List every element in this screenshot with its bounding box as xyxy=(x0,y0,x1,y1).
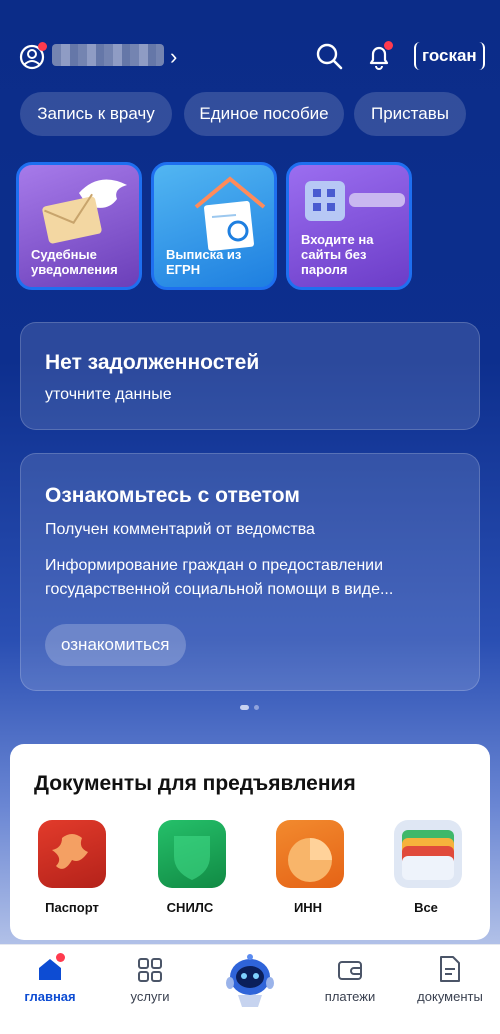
card-subtitle: уточните данные xyxy=(45,386,172,403)
profile-button[interactable] xyxy=(18,42,48,72)
goskey-button[interactable]: госкан xyxy=(414,42,485,70)
nav-label: документы xyxy=(417,989,483,1004)
card-description: Информирование граждан о предоставлении … xyxy=(45,557,394,598)
notification-badge xyxy=(38,42,47,51)
chip-bailiffs[interactable]: Приставы xyxy=(354,92,466,136)
tile-egrn-extract[interactable]: Выписка из ЕГРН xyxy=(151,162,277,290)
pager-dot-active xyxy=(240,705,249,710)
envelope-dove-icon xyxy=(42,179,127,244)
card-title: Нет задолженностей xyxy=(45,351,260,374)
nav-label: главная xyxy=(24,989,76,1004)
bottom-navigation: главная услуги платежи документы xyxy=(0,944,500,1034)
chip-unified-allowance[interactable]: Единое пособие xyxy=(184,92,344,136)
notification-badge xyxy=(56,953,65,962)
answer-card[interactable]: Ознакомьтесь с ответом Получен комментар… xyxy=(20,453,480,691)
search-button[interactable] xyxy=(315,42,343,70)
chevron-right-icon[interactable]: › xyxy=(170,44,177,70)
nav-payments[interactable]: платежи xyxy=(300,945,400,1034)
view-answer-button[interactable]: ознакомиться xyxy=(45,624,186,666)
tile-label: Судебные уведомления xyxy=(31,247,118,277)
house-document-icon xyxy=(194,176,266,251)
nav-assistant-robot[interactable] xyxy=(200,945,300,1034)
nav-label: услуги xyxy=(130,989,170,1004)
document-label: Паспорт xyxy=(45,900,99,915)
document-label: СНИЛС xyxy=(166,900,214,915)
document-label: ИНН xyxy=(293,900,323,915)
inn-icon[interactable] xyxy=(276,820,344,888)
notification-badge xyxy=(384,41,393,50)
documents-title: Документы для предъявления xyxy=(34,772,356,795)
door-lock-qr-icon xyxy=(305,181,405,221)
nav-label: платежи xyxy=(324,989,376,1004)
documents-panel: Документы для предъявления Паспорт СНИЛС… xyxy=(10,744,490,940)
wallet-nav-icon xyxy=(338,961,362,980)
tile-court-notifications[interactable]: Судебные уведомления xyxy=(16,162,142,290)
nav-home[interactable]: главная xyxy=(0,945,100,1034)
search-icon xyxy=(316,43,343,70)
card-title: Ознакомьтесь с ответом xyxy=(45,484,300,507)
nav-services[interactable]: услуги xyxy=(100,945,200,1034)
tile-passwordless-login[interactable]: Входите на сайты без пароля xyxy=(286,162,412,290)
tile-label: Выписка из ЕГРН xyxy=(166,247,242,277)
robot-assistant-icon xyxy=(226,954,274,1007)
card-line: Получен комментарий от ведомства xyxy=(45,521,315,538)
user-name-blurred[interactable] xyxy=(52,44,164,66)
notifications-button[interactable] xyxy=(364,41,394,71)
grid-icon xyxy=(138,958,162,982)
debt-status-card[interactable]: Нет задолженностей уточните данные xyxy=(20,322,480,430)
chip-doctor-appointment[interactable]: Запись к врачу xyxy=(20,92,172,136)
nav-documents[interactable]: документы xyxy=(400,945,500,1034)
tile-label: Входите на сайты без пароля xyxy=(301,232,374,277)
snils-icon[interactable] xyxy=(158,820,226,888)
wallet-icon[interactable] xyxy=(394,820,462,888)
document-label: Все xyxy=(414,900,438,915)
passport-icon[interactable] xyxy=(38,820,106,888)
pager-dot xyxy=(254,705,259,710)
document-icon xyxy=(440,956,460,982)
